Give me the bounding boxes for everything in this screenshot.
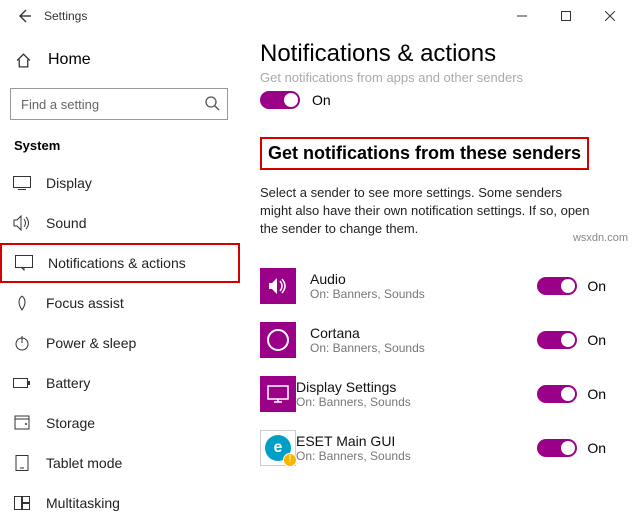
power-icon xyxy=(12,335,32,351)
sender-name: Display Settings xyxy=(296,379,537,395)
sender-row-eset[interactable]: e ! ESET Main GUI On: Banners, Sounds On xyxy=(260,421,606,475)
sidebar-item-label: Multitasking xyxy=(46,495,120,511)
home-icon xyxy=(14,52,32,69)
sidebar-item-label: Focus assist xyxy=(46,295,124,311)
sidebar-item-focus-assist[interactable]: Focus assist xyxy=(0,283,240,323)
sidebar-item-label: Power & sleep xyxy=(46,335,136,351)
minimize-button[interactable] xyxy=(500,0,544,32)
master-toggle-state: On xyxy=(312,92,331,108)
sender-toggle-state: On xyxy=(587,386,606,402)
sound-icon xyxy=(12,215,32,231)
close-button[interactable] xyxy=(588,0,632,32)
search-input[interactable] xyxy=(10,88,228,120)
display-settings-app-icon xyxy=(260,376,296,412)
sidebar-item-label: Display xyxy=(46,175,92,191)
sender-toggle-state: On xyxy=(587,278,606,294)
page-title: Notifications & actions xyxy=(260,40,606,68)
window-title: Settings xyxy=(44,9,87,23)
sidebar-item-label: Tablet mode xyxy=(46,455,122,471)
sender-sub: On: Banners, Sounds xyxy=(296,449,537,463)
senders-section-header: Get notifications from these senders xyxy=(260,137,589,170)
sender-name: Audio xyxy=(310,271,537,287)
sidebar-item-battery[interactable]: Battery xyxy=(0,363,240,403)
sidebar-item-display[interactable]: Display xyxy=(0,163,240,203)
home-button[interactable]: Home xyxy=(0,40,240,80)
sender-sub: On: Banners, Sounds xyxy=(310,341,537,355)
home-label: Home xyxy=(48,51,91,69)
storage-icon xyxy=(12,415,32,431)
audio-app-icon xyxy=(260,268,296,304)
maximize-button[interactable] xyxy=(544,0,588,32)
eset-app-icon: e ! xyxy=(260,430,296,466)
tablet-icon xyxy=(12,455,32,471)
display-icon xyxy=(12,176,32,190)
sender-toggle-display-settings[interactable] xyxy=(537,385,577,403)
sender-row-display-settings[interactable]: Display Settings On: Banners, Sounds On xyxy=(260,367,606,421)
senders-description: Select a sender to see more settings. So… xyxy=(260,184,590,239)
sender-toggle-state: On xyxy=(587,440,606,456)
content-area: Notifications & actions Get notification… xyxy=(240,32,632,500)
watermark: wsxdn.com xyxy=(573,232,628,244)
sidebar-item-label: Battery xyxy=(46,375,90,391)
sidebar-item-power-sleep[interactable]: Power & sleep xyxy=(0,323,240,363)
sidebar-item-label: Storage xyxy=(46,415,95,431)
sidebar: Home System Display Sound Notifications … xyxy=(0,32,240,500)
sender-toggle-state: On xyxy=(587,332,606,348)
cortana-app-icon xyxy=(260,322,296,358)
sidebar-item-sound[interactable]: Sound xyxy=(0,203,240,243)
focus-assist-icon xyxy=(12,295,32,311)
sidebar-item-storage[interactable]: Storage xyxy=(0,403,240,443)
sender-row-cortana[interactable]: Cortana On: Banners, Sounds On xyxy=(260,313,606,367)
master-toggle[interactable] xyxy=(260,91,300,109)
sender-toggle-cortana[interactable] xyxy=(537,331,577,349)
sender-sub: On: Banners, Sounds xyxy=(310,287,537,301)
back-button[interactable] xyxy=(8,0,40,32)
battery-icon xyxy=(12,377,32,389)
sender-toggle-audio[interactable] xyxy=(537,277,577,295)
faded-subtitle: Get notifications from apps and other se… xyxy=(260,70,606,85)
search-icon xyxy=(204,95,220,116)
sender-name: ESET Main GUI xyxy=(296,433,537,449)
sender-sub: On: Banners, Sounds xyxy=(296,395,537,409)
sender-toggle-eset[interactable] xyxy=(537,439,577,457)
sidebar-item-tablet-mode[interactable]: Tablet mode xyxy=(0,443,240,483)
sidebar-group-label: System xyxy=(0,132,240,163)
sidebar-item-multitasking[interactable]: Multitasking xyxy=(0,483,240,523)
multitasking-icon xyxy=(12,496,32,510)
sender-row-audio[interactable]: Audio On: Banners, Sounds On xyxy=(260,259,606,313)
sender-name: Cortana xyxy=(310,325,537,341)
sidebar-item-label: Sound xyxy=(46,215,86,231)
sidebar-item-notifications[interactable]: Notifications & actions xyxy=(0,243,240,283)
sidebar-item-label: Notifications & actions xyxy=(48,255,186,271)
notifications-icon xyxy=(14,255,34,271)
